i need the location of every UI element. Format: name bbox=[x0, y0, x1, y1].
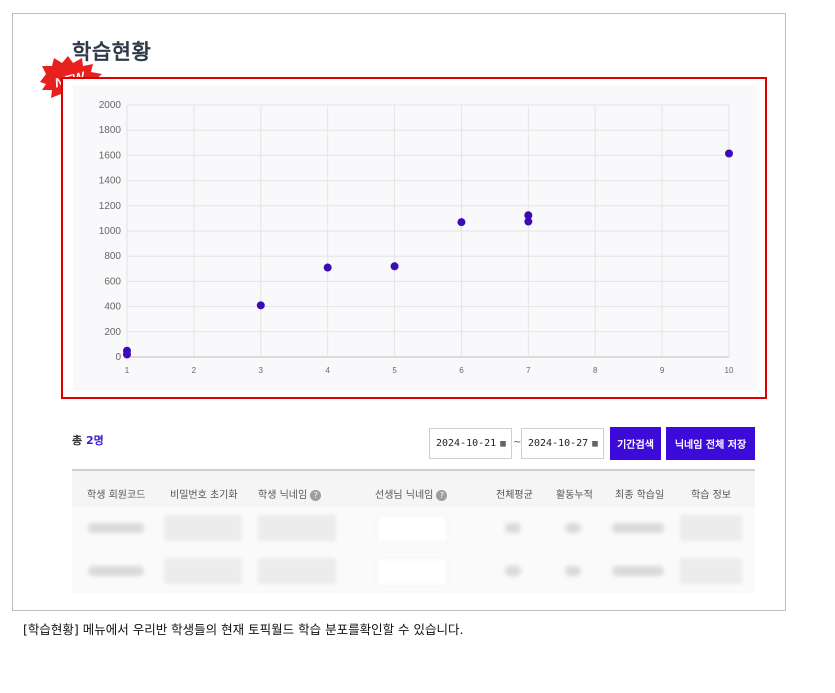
end-date-value: 2024-10-27 bbox=[528, 438, 589, 449]
header-activity-total: 활동누적 bbox=[556, 490, 593, 501]
data-point bbox=[323, 263, 332, 272]
y-tick-label: 200 bbox=[104, 327, 121, 338]
y-tick-label: 400 bbox=[104, 302, 121, 313]
blurred-cell bbox=[565, 566, 581, 576]
data-point bbox=[524, 217, 533, 226]
x-tick-label: 8 bbox=[593, 366, 598, 375]
y-tick-label: 600 bbox=[104, 276, 121, 287]
y-tick-label: 0 bbox=[115, 352, 121, 363]
header-student-nickname: 학생 닉네임? bbox=[258, 486, 322, 501]
blurred-cell bbox=[376, 558, 448, 586]
period-search-button[interactable]: 기간검색 bbox=[610, 427, 661, 460]
header-teacher-nickname-label: 선생님 닉네임 bbox=[375, 490, 434, 501]
blurred-cell bbox=[680, 515, 742, 541]
y-tick-label: 1200 bbox=[99, 201, 122, 212]
total-prefix: 총 bbox=[72, 434, 83, 447]
header-study-info: 학습 정보 bbox=[691, 490, 731, 501]
data-point bbox=[725, 149, 733, 158]
data-point bbox=[123, 350, 131, 359]
learning-status-chart: 0 200 400 600 800 1000 1200 1400 1600 1800 2000 1 2 3… bbox=[61, 77, 767, 399]
x-tick-label: 3 bbox=[259, 366, 264, 375]
x-tick-label: 4 bbox=[325, 366, 330, 375]
y-tick-label: 800 bbox=[104, 251, 121, 262]
header-password-reset: 비밀번호 초기화 bbox=[170, 490, 238, 501]
header-student-code: 학생 회원코드 bbox=[87, 490, 146, 501]
table-header: 학생 회원코드 비밀번호 초기화 학생 닉네임? 선생님 닉네임? 전체평균 활… bbox=[72, 469, 755, 507]
x-tick-label: 1 bbox=[125, 366, 130, 375]
save-all-nicknames-button[interactable]: 닉네임 전체 저장 bbox=[666, 427, 755, 460]
x-tick-label: 5 bbox=[392, 366, 397, 375]
blurred-cell bbox=[88, 566, 144, 576]
header-last-study-date: 최종 학습일 bbox=[615, 490, 665, 501]
total-count-value: 2명 bbox=[85, 434, 104, 447]
blurred-cell bbox=[680, 558, 742, 584]
help-icon[interactable]: ? bbox=[310, 489, 322, 501]
x-tick-label: 10 bbox=[725, 366, 734, 375]
data-point bbox=[457, 218, 466, 227]
student-table: 학생 회원코드 비밀번호 초기화 학생 닉네임? 선생님 닉네임? 전체평균 활… bbox=[72, 469, 755, 594]
calendar-icon[interactable]: ▦ bbox=[592, 439, 597, 449]
table-row bbox=[72, 550, 755, 593]
help-icon[interactable]: ? bbox=[436, 489, 448, 501]
y-tick-label: 2000 bbox=[99, 100, 122, 111]
start-date-input[interactable]: 2024-10-21 ▦ bbox=[429, 428, 512, 459]
x-tick-label: 7 bbox=[526, 366, 531, 375]
caption: [학습현황] 메뉴에서 우리반 학생들의 현재 토픽월드 학습 분포를확인할 수… bbox=[23, 622, 464, 637]
y-tick-label: 1400 bbox=[99, 176, 122, 187]
header-overall-average: 전체평균 bbox=[496, 490, 533, 501]
total-count: 총 2명 bbox=[72, 432, 104, 448]
data-point bbox=[390, 262, 399, 271]
header-student-nickname-label: 학생 닉네임 bbox=[258, 490, 308, 501]
chart-background bbox=[73, 85, 757, 391]
blurred-cell bbox=[505, 523, 521, 533]
blurred-cell bbox=[505, 566, 521, 576]
x-tick-label: 6 bbox=[459, 366, 464, 375]
end-date-input[interactable]: 2024-10-27 ▦ bbox=[521, 428, 604, 459]
y-tick-label: 1800 bbox=[99, 125, 122, 136]
header-teacher-nickname: 선생님 닉네임? bbox=[375, 486, 448, 501]
blurred-cell bbox=[376, 515, 448, 543]
x-tick-label: 9 bbox=[660, 366, 665, 375]
data-point bbox=[256, 301, 265, 310]
blurred-cell bbox=[612, 566, 664, 576]
x-tick-label: 2 bbox=[192, 366, 197, 375]
blurred-cell bbox=[258, 515, 336, 541]
blurred-cell bbox=[164, 558, 242, 584]
y-tick-label: 1000 bbox=[99, 226, 122, 237]
start-date-value: 2024-10-21 bbox=[436, 438, 497, 449]
calendar-icon[interactable]: ▦ bbox=[500, 439, 505, 449]
blurred-cell bbox=[88, 523, 144, 533]
blurred-cell bbox=[565, 523, 581, 533]
y-tick-label: 1600 bbox=[99, 150, 122, 161]
scatter-plot: 0 200 400 600 800 1000 1200 1400 1600 1800 2000 1 2 3… bbox=[73, 85, 757, 391]
blurred-cell bbox=[258, 558, 336, 584]
blurred-cell bbox=[612, 523, 664, 533]
table-row bbox=[72, 507, 755, 550]
blurred-cell bbox=[164, 515, 242, 541]
